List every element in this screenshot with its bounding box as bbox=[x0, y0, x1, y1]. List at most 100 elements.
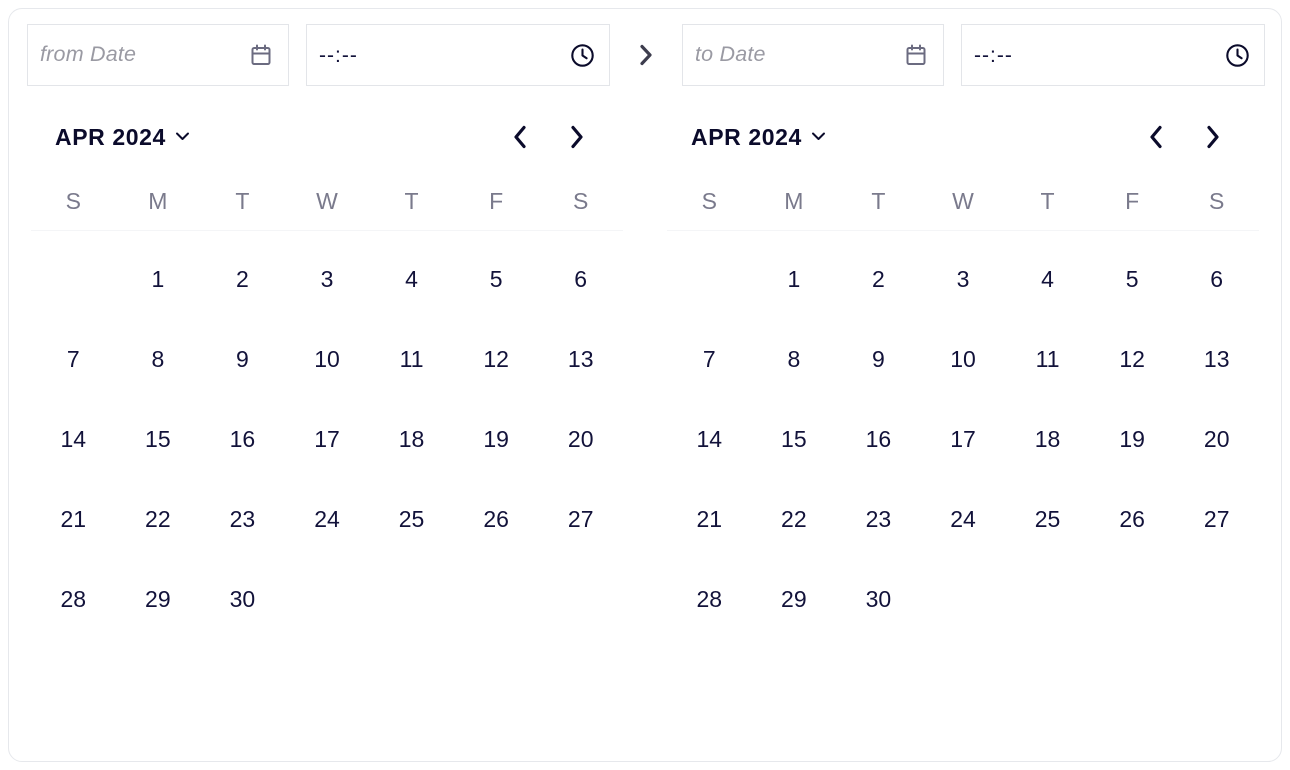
day-cell[interactable]: 12 bbox=[454, 319, 539, 399]
day-cell[interactable]: 16 bbox=[836, 399, 921, 479]
next-month-button[interactable] bbox=[1199, 122, 1225, 152]
day-cell[interactable]: 5 bbox=[454, 239, 539, 319]
day-cell[interactable]: 26 bbox=[454, 479, 539, 559]
day-cell[interactable]: 13 bbox=[1174, 319, 1259, 399]
day-cell[interactable]: 7 bbox=[31, 319, 116, 399]
calendar-icon[interactable] bbox=[903, 42, 929, 68]
day-cell[interactable]: 27 bbox=[538, 479, 623, 559]
from-time-value: --:-- bbox=[319, 44, 358, 66]
day-cell[interactable]: 27 bbox=[1174, 479, 1259, 559]
day-cell[interactable]: 9 bbox=[836, 319, 921, 399]
day-cell[interactable]: 4 bbox=[1005, 239, 1090, 319]
day-cell[interactable]: 8 bbox=[116, 319, 201, 399]
day-cell[interactable]: 26 bbox=[1090, 479, 1175, 559]
day-cell[interactable]: 29 bbox=[752, 559, 837, 639]
weekday-label: W bbox=[952, 188, 974, 214]
day-cell[interactable]: 18 bbox=[1005, 399, 1090, 479]
clock-icon[interactable] bbox=[1224, 42, 1250, 68]
end-calendar: APR 2024 S M T W T F S 1 2 3 4 5 6 7 8 9… bbox=[645, 101, 1281, 761]
day-cell[interactable]: 13 bbox=[538, 319, 623, 399]
prev-month-button[interactable] bbox=[507, 122, 533, 152]
to-time-field[interactable]: --:-- bbox=[961, 24, 1265, 86]
from-date-field[interactable]: from Date bbox=[27, 24, 289, 86]
to-date-field[interactable]: to Date bbox=[682, 24, 944, 86]
start-month-year-selector[interactable]: APR 2024 bbox=[55, 124, 190, 151]
day-cell[interactable]: 29 bbox=[116, 559, 201, 639]
day-cell[interactable]: 14 bbox=[667, 399, 752, 479]
end-weekday-header: SMTWTFS bbox=[667, 173, 1259, 231]
day-cell[interactable]: 17 bbox=[921, 399, 1006, 479]
day-cell[interactable]: 11 bbox=[369, 319, 454, 399]
day-cell[interactable]: 14 bbox=[31, 399, 116, 479]
day-cell[interactable]: 16 bbox=[200, 399, 285, 479]
start-day-grid: 1 2 3 4 5 6 7 8 9 10 11 12 13 14 15 16 17 18 19 20 21 22 23 24 2… bbox=[31, 231, 623, 639]
day-cell[interactable]: 17 bbox=[285, 399, 370, 479]
day-cell[interactable]: 9 bbox=[200, 319, 285, 399]
calendars-container: APR 2024 S M T W T F S 1 2 3 4 5 6 7 8 9… bbox=[9, 101, 1281, 761]
day-cell[interactable]: 7 bbox=[667, 319, 752, 399]
day-cell[interactable]: 23 bbox=[200, 479, 285, 559]
day-cell[interactable]: 6 bbox=[538, 239, 623, 319]
chevron-down-icon[interactable] bbox=[175, 128, 190, 146]
day-cell[interactable]: 30 bbox=[200, 559, 285, 639]
day-cell[interactable]: 19 bbox=[454, 399, 539, 479]
weekday-label: S bbox=[701, 188, 717, 214]
day-cell[interactable]: 10 bbox=[921, 319, 1006, 399]
end-month-year-label: APR 2024 bbox=[691, 123, 802, 150]
day-cell[interactable]: 21 bbox=[667, 479, 752, 559]
day-cell[interactable]: 20 bbox=[1174, 399, 1259, 479]
day-cell[interactable]: 28 bbox=[31, 559, 116, 639]
day-cell[interactable]: 15 bbox=[752, 399, 837, 479]
day-cell[interactable]: 28 bbox=[667, 559, 752, 639]
clock-icon[interactable] bbox=[569, 42, 595, 68]
day-cell[interactable]: 2 bbox=[836, 239, 921, 319]
day-cell[interactable]: 3 bbox=[285, 239, 370, 319]
day-cell[interactable]: 3 bbox=[921, 239, 1006, 319]
weekday-label: W bbox=[316, 188, 338, 214]
day-cell-empty bbox=[667, 239, 752, 319]
weekday-label: F bbox=[489, 188, 504, 214]
calendar-icon[interactable] bbox=[248, 42, 274, 68]
day-cell[interactable]: 11 bbox=[1005, 319, 1090, 399]
weekday-label: S bbox=[573, 188, 589, 214]
weekday-label: S bbox=[1209, 188, 1225, 214]
day-cell[interactable]: 22 bbox=[116, 479, 201, 559]
day-cell[interactable]: 10 bbox=[285, 319, 370, 399]
prev-month-button[interactable] bbox=[1143, 122, 1169, 152]
day-cell[interactable]: 25 bbox=[1005, 479, 1090, 559]
start-weekday-header: SMTWTFS bbox=[31, 173, 623, 231]
day-cell[interactable]: 24 bbox=[921, 479, 1006, 559]
day-cell[interactable]: 15 bbox=[116, 399, 201, 479]
from-time-field[interactable]: --:-- bbox=[306, 24, 610, 86]
date-range-picker-card: from Date --:-- to Date --:-- APR 2024 S… bbox=[8, 8, 1282, 762]
day-cell[interactable]: 12 bbox=[1090, 319, 1175, 399]
day-cell-empty bbox=[31, 239, 116, 319]
weekday-label: T bbox=[404, 188, 419, 214]
day-cell[interactable]: 30 bbox=[836, 559, 921, 639]
day-cell[interactable]: 5 bbox=[1090, 239, 1175, 319]
day-cell[interactable]: 2 bbox=[200, 239, 285, 319]
end-day-grid: 1 2 3 4 5 6 7 8 9 10 11 12 13 14 15 16 17 18 19 20 21 22 23 24 2… bbox=[667, 231, 1259, 639]
start-calendar-nav bbox=[507, 122, 617, 152]
day-cell[interactable]: 22 bbox=[752, 479, 837, 559]
weekday-label: M bbox=[784, 188, 804, 214]
day-cell[interactable]: 25 bbox=[369, 479, 454, 559]
start-calendar: APR 2024 S M T W T F S 1 2 3 4 5 6 7 8 9… bbox=[9, 101, 645, 761]
day-cell[interactable]: 1 bbox=[752, 239, 837, 319]
day-cell[interactable]: 24 bbox=[285, 479, 370, 559]
day-cell[interactable]: 23 bbox=[836, 479, 921, 559]
day-cell[interactable]: 8 bbox=[752, 319, 837, 399]
next-month-button[interactable] bbox=[563, 122, 589, 152]
day-cell[interactable]: 21 bbox=[31, 479, 116, 559]
chevron-down-icon[interactable] bbox=[811, 128, 826, 146]
day-cell[interactable]: 20 bbox=[538, 399, 623, 479]
day-cell[interactable]: 6 bbox=[1174, 239, 1259, 319]
day-cell[interactable]: 4 bbox=[369, 239, 454, 319]
end-month-year-selector[interactable]: APR 2024 bbox=[691, 124, 826, 151]
day-cell[interactable]: 19 bbox=[1090, 399, 1175, 479]
start-calendar-header: APR 2024 bbox=[31, 101, 623, 173]
chevron-right-icon bbox=[633, 42, 659, 68]
day-cell[interactable]: 1 bbox=[116, 239, 201, 319]
start-month-year-label: APR 2024 bbox=[55, 123, 166, 150]
day-cell[interactable]: 18 bbox=[369, 399, 454, 479]
